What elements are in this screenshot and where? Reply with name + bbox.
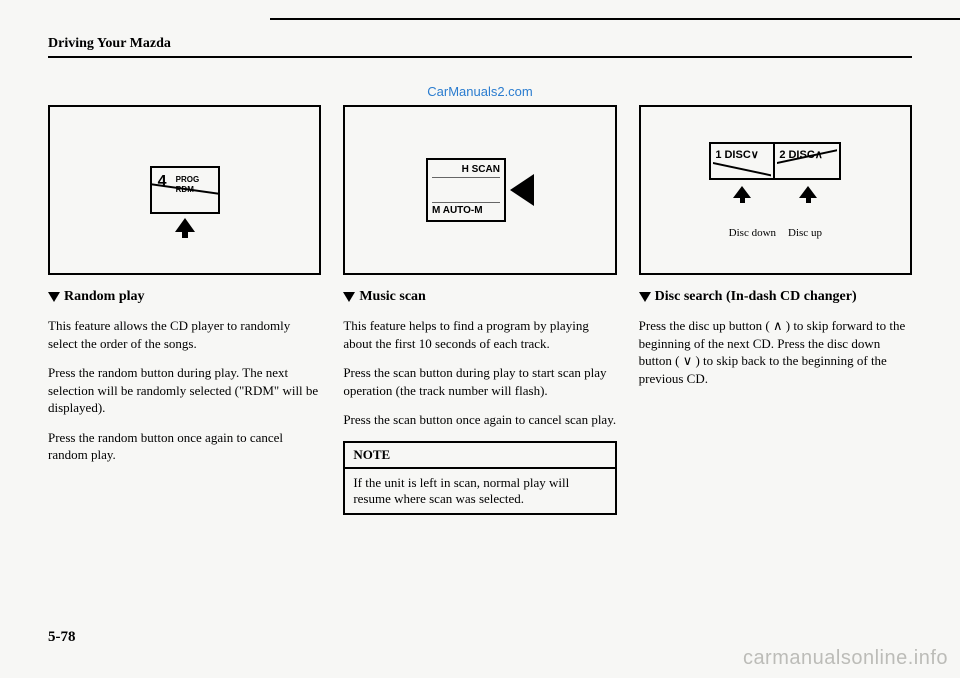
p-disc-1: Press the disc up button ( ∧ ) to skip f… [639,317,912,387]
heading-disc-search-text: Disc search (In-dash CD changer) [655,289,857,304]
header-rule [48,56,912,58]
heading-random-play: Random play [48,289,321,305]
heading-music-scan-text: Music scan [359,289,426,304]
button-4-prog-rdm-illustration: 4 PROG RDM [150,166,220,214]
button-scan-illustration: H SCAN M AUTO-M [426,158,506,222]
note-heading: NOTE [345,443,614,469]
caption-disc-up: Disc up [788,227,822,239]
scan-bottom-label: M AUTO-M [432,202,500,216]
top-rule [270,18,960,20]
down-triangle-icon [343,292,355,302]
scan-top-label: H SCAN [432,164,500,178]
disc-down-label: 1 DISC∨ [715,149,759,161]
down-triangle-icon [639,292,651,302]
p-random-3: Press the random button once again to ca… [48,429,321,464]
note-body: If the unit is left in scan, normal play… [345,469,614,513]
p-scan-2: Press the scan button during play to sta… [343,364,616,399]
caption-disc-down: Disc down [729,227,776,239]
note-box: NOTE If the unit is left in scan, normal… [343,441,616,515]
column-disc-search: 1 DISC∨ 2 DISC∧ Disc down Disc up [639,105,912,399]
button-disc-down-illustration: 1 DISC∨ [709,142,775,180]
pointer-disc-up-icon [799,186,817,203]
figure-disc-buttons: 1 DISC∨ 2 DISC∧ Disc down Disc up [639,105,912,275]
page-number: 5-78 [48,629,76,646]
p-random-1: This feature allows the CD player to ran… [48,317,321,352]
figure-scan-button: H SCAN M AUTO-M [343,105,616,275]
content-columns: 4 PROG RDM Random play This feature allo… [48,105,912,515]
figure-random-button: 4 PROG RDM [48,105,321,275]
p-scan-3: Press the scan button once again to canc… [343,411,616,429]
down-triangle-icon [48,292,60,302]
heading-disc-search: Disc search (In-dash CD changer) [639,289,912,305]
btn-prog-label: PROG [176,176,200,184]
column-music-scan: H SCAN M AUTO-M Music scan This feature … [343,105,616,515]
watermark-top: CarManuals2.com [48,84,912,99]
watermark-bottom: carmanualsonline.info [743,647,948,670]
pointer-disc-down-icon [733,186,751,203]
section-header: Driving Your Mazda [48,36,912,52]
p-scan-1: This feature helps to find a program by … [343,317,616,352]
btn-number: 4 [158,173,167,190]
left-arrow-icon [510,174,534,206]
heading-random-play-text: Random play [64,289,145,304]
heading-music-scan: Music scan [343,289,616,305]
column-random-play: 4 PROG RDM Random play This feature allo… [48,105,321,476]
button-disc-up-illustration: 2 DISC∧ [775,142,841,180]
p-random-2: Press the random button during play. The… [48,364,321,417]
pointer-arrow-icon [175,218,195,238]
